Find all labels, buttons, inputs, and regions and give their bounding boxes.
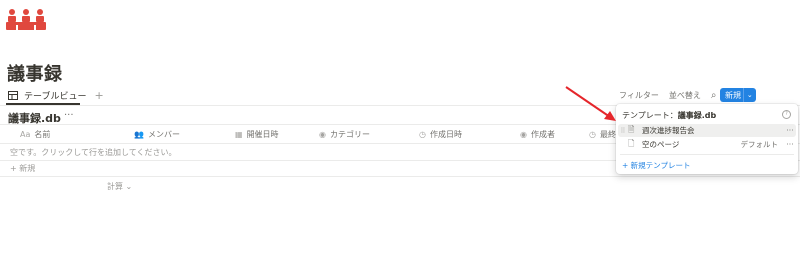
column-label: 名前 [34,129,51,139]
template-item[interactable]: 🗋 空のページ デフォルト ··· [618,138,796,151]
view-tabs: テーブルビュー + [8,86,104,104]
more-icon[interactable]: ··· [784,140,796,149]
page-title: 議事録 [7,64,63,85]
new-template-button[interactable]: + 新規テンプレート [622,160,690,171]
column-label: 作成日時 [429,129,462,139]
more-icon[interactable]: ··· [784,126,796,135]
template-name: 空のページ [642,140,680,149]
popup-title-db: 議事録.db [677,111,717,120]
person-property-icon: ◉ [520,129,527,139]
divider [620,154,794,155]
column-header-category[interactable]: ◉ カテゴリー [319,125,370,143]
drag-handle-icon[interactable]: ⠿ [618,127,628,135]
column-header-date[interactable]: ▦ 開催日時 [235,125,279,143]
tab-table-view[interactable]: テーブルビュー [24,89,86,102]
divider [0,176,800,177]
database-more-icon[interactable]: ··· [64,110,74,121]
template-name: 週次進捗報告会 [642,126,695,135]
popup-title: テンプレート：議事録.db [622,110,716,121]
calendar-property-icon: ▦ [235,129,243,139]
empty-state-text[interactable]: 空です。クリックして行を追加してください。 [10,147,176,158]
select-property-icon: ◉ [319,129,326,139]
column-label: カテゴリー [329,129,370,139]
help-icon[interactable]: ? [782,110,791,119]
new-button[interactable]: 新規 [720,90,743,101]
table-icon [8,90,18,100]
column-header-members[interactable]: 👥 メンバー [134,125,180,143]
calculate-button[interactable]: 計算 ⌄ [107,181,132,192]
template-popup: テンプレート：議事録.db ? ⠿ 🗎 週次進捗報告会 ··· 🗋 空のページ … [616,104,798,174]
page-icon: 🗋 [628,138,635,148]
column-header-name[interactable]: Aa 名前 [20,125,50,143]
filter-button[interactable]: フィルター [619,90,659,101]
add-row-button[interactable]: + 新規 [10,163,35,174]
people-property-icon: 👥 [134,129,144,139]
column-header-created-time[interactable]: ◷ 作成日時 [419,125,462,143]
template-item[interactable]: ⠿ 🗎 週次進捗報告会 ··· [618,124,796,137]
annotation-arrow-icon [565,86,616,121]
clock-property-icon: ◷ [589,129,596,139]
chevron-down-icon[interactable]: ⌄ [744,91,756,99]
column-header-created-by[interactable]: ◉ 作成者 [520,125,555,143]
sort-button[interactable]: 並べ替え [669,90,701,101]
add-view-icon[interactable]: + [94,89,103,102]
popup-title-prefix: テンプレート： [622,111,678,120]
default-badge: デフォルト [740,140,779,149]
search-icon[interactable]: ⌕ [711,90,717,101]
page-icon: 🗎 [628,124,635,134]
column-label: 作成者 [530,129,555,139]
new-button-group: 新規 ⌄ [720,88,756,102]
column-label: メンバー [147,129,180,139]
column-label: 開催日時 [246,129,279,139]
clock-property-icon: ◷ [419,129,426,139]
text-property-icon: Aa [20,129,31,139]
team-people-icon [6,9,46,30]
